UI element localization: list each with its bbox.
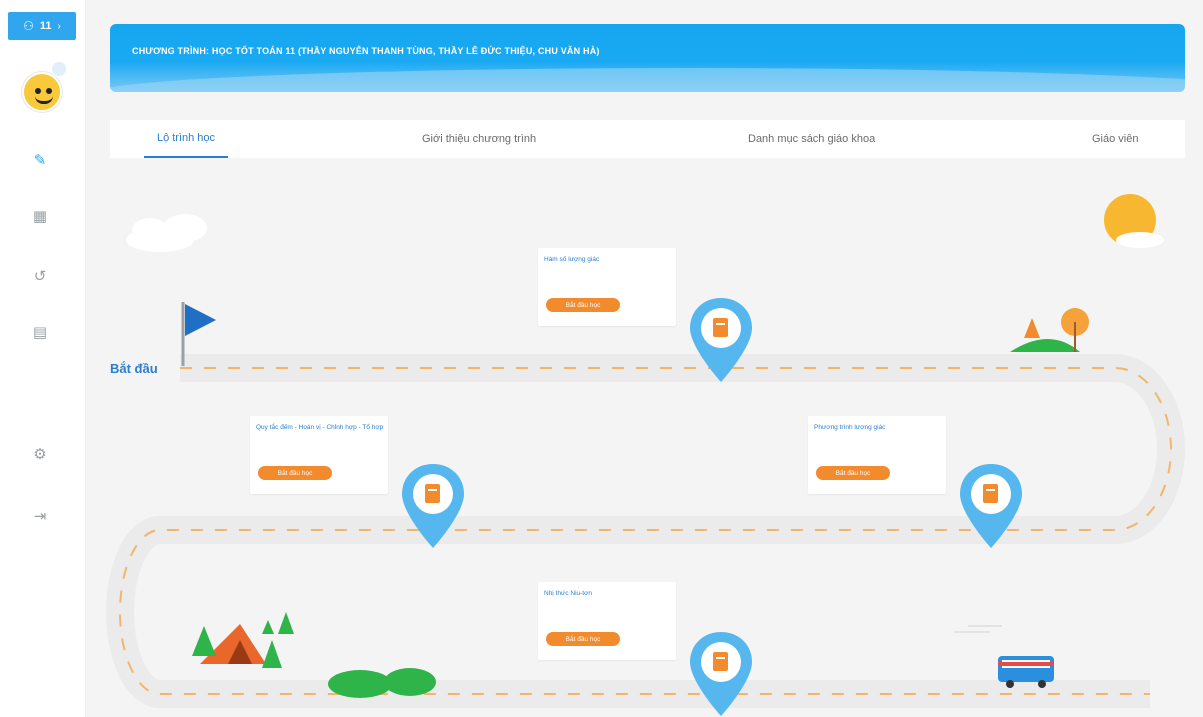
trees-icon — [1010, 308, 1089, 352]
book-icon[interactable] — [958, 462, 1024, 550]
lesson-title: Quy tắc đếm - Hoán vị - Chỉnh hợp - Tổ h… — [256, 424, 384, 431]
lesson-card: Phương trình lượng giác Bắt đầu học — [808, 416, 946, 494]
start-lesson-button[interactable]: Bắt đầu học — [816, 466, 890, 480]
lesson-card: Hàm số lượng giác Bắt đầu học — [538, 248, 676, 326]
start-lesson-button[interactable]: Bắt đầu học — [546, 632, 620, 646]
bus-icon — [954, 625, 1054, 688]
book-icon[interactable] — [688, 296, 754, 384]
lesson-card: Quy tắc đếm - Hoán vị - Chỉnh hợp - Tổ h… — [250, 416, 388, 494]
lesson-title: Phương trình lượng giác — [814, 424, 886, 431]
start-label: Bắt đầu — [110, 361, 158, 376]
book-icon[interactable] — [400, 462, 466, 550]
tent-icon — [192, 612, 294, 668]
lesson-title: Nhị thức Niu-tơn — [544, 590, 592, 597]
sun-icon — [1104, 194, 1164, 248]
book-icon[interactable] — [688, 630, 754, 717]
start-lesson-button[interactable]: Bắt đầu học — [258, 466, 332, 480]
cloud-left — [126, 214, 207, 252]
lesson-title: Hàm số lượng giác — [544, 256, 600, 263]
start-lesson-button[interactable]: Bắt đầu học — [546, 298, 620, 312]
bushes-icon — [328, 668, 436, 698]
lesson-card: Nhị thức Niu-tơn Bắt đầu học — [538, 582, 676, 660]
